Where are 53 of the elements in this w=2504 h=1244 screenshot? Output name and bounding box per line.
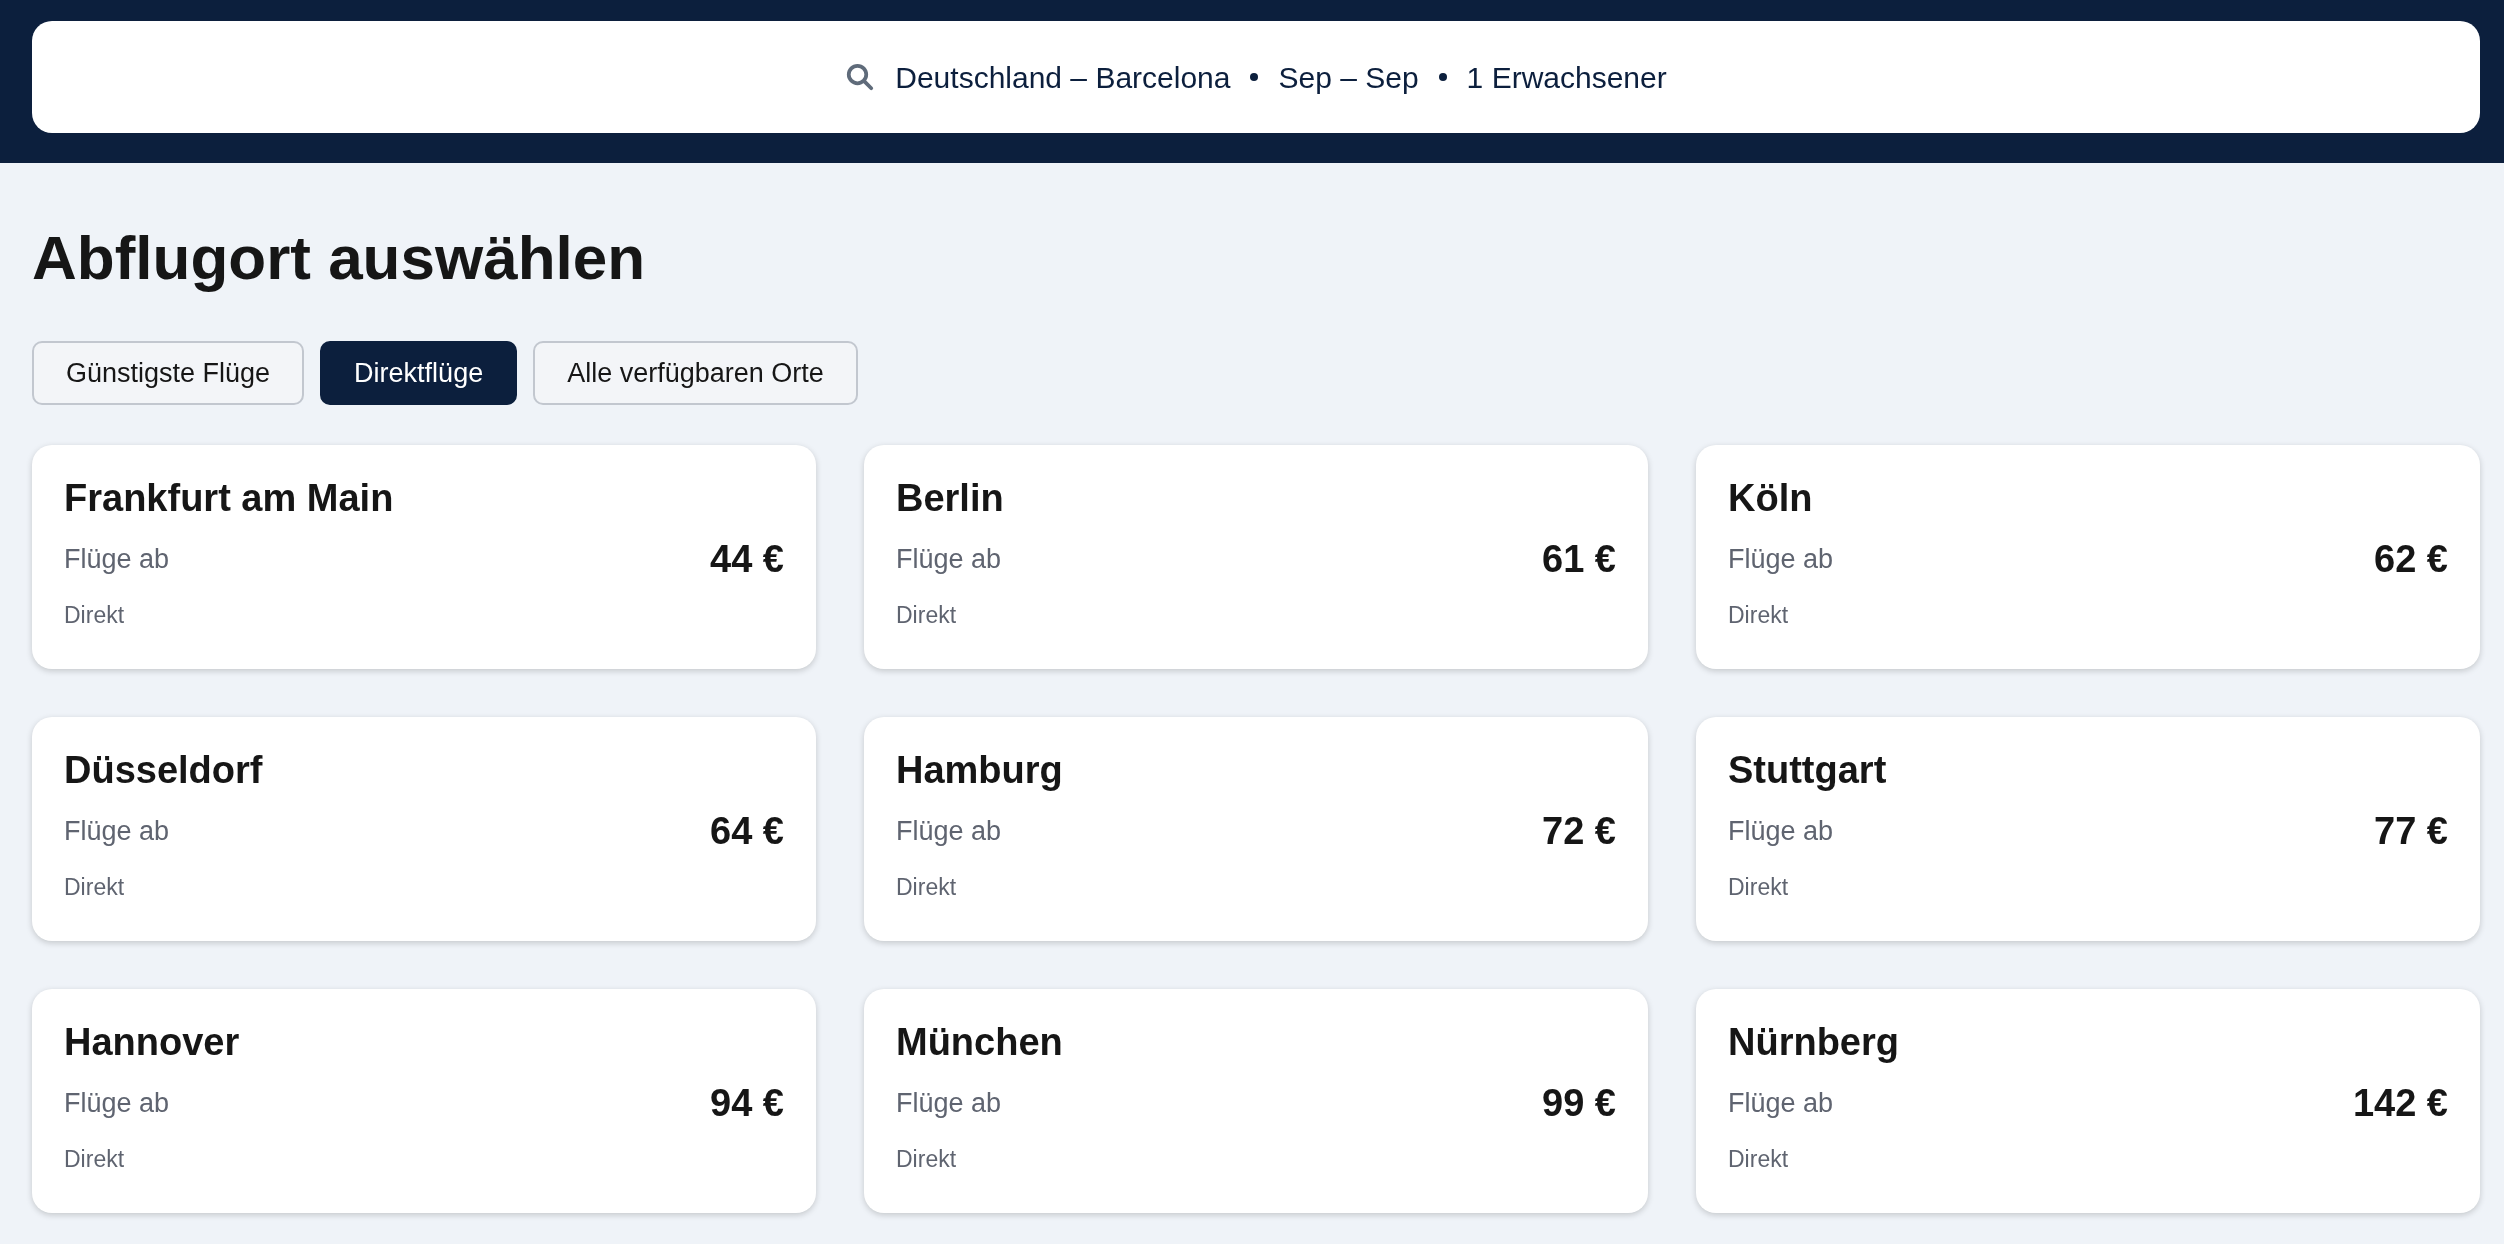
price: 142 € — [2352, 1080, 2448, 1126]
flights-from-label: Flüge ab — [64, 814, 170, 848]
flight-type: Direkt — [896, 600, 958, 630]
price: 44 € — [710, 536, 784, 582]
destination-card[interactable]: Düsseldorf Flüge ab 64 € Direkt — [32, 717, 816, 941]
city-name: Düsseldorf — [64, 748, 264, 793]
destination-card[interactable]: Berlin Flüge ab 61 € Direkt — [864, 445, 1648, 669]
price: 64 € — [710, 808, 784, 854]
search-bar[interactable]: Deutschland – Barcelona Sep – Sep 1 Erwachsener — [32, 21, 2480, 133]
price: 61 € — [1542, 536, 1616, 582]
flight-type: Direkt — [896, 872, 958, 902]
destination-card[interactable]: Hamburg Flüge ab 72 € Direkt — [864, 717, 1648, 941]
flight-type: Direkt — [1728, 600, 1790, 630]
flight-type: Direkt — [64, 600, 126, 630]
flights-from-label: Flüge ab — [1728, 814, 1834, 848]
city-name: Hamburg — [896, 748, 1064, 793]
flights-from-label: Flüge ab — [1728, 542, 1834, 576]
city-name: Berlin — [896, 476, 1005, 521]
city-name: Köln — [1728, 476, 1814, 521]
flights-from-label: Flüge ab — [64, 542, 170, 576]
destination-card[interactable]: Frankfurt am Main Flüge ab 44 € Direkt — [32, 445, 816, 669]
destination-card[interactable]: Nürnberg Flüge ab 142 € Direkt — [1696, 989, 2480, 1213]
search-icon — [845, 62, 876, 92]
flights-from-label: Flüge ab — [1728, 1086, 1834, 1120]
price: 99 € — [1542, 1080, 1616, 1126]
price: 62 € — [2374, 536, 2448, 582]
destination-card[interactable]: Stuttgart Flüge ab 77 € Direkt — [1696, 717, 2480, 941]
destination-card[interactable]: Hannover Flüge ab 94 € Direkt — [32, 989, 816, 1213]
city-name: Hannover — [64, 1020, 241, 1065]
flights-from-label: Flüge ab — [896, 1086, 1002, 1120]
price: 72 € — [1542, 808, 1616, 854]
flights-from-label: Flüge ab — [896, 814, 1002, 848]
flight-type: Direkt — [1728, 1144, 1790, 1174]
flight-type: Direkt — [1728, 872, 1790, 902]
filter-tab[interactable]: Alle verfügbaren Orte — [533, 341, 858, 405]
filter-tab[interactable]: Günstigste Flüge — [32, 341, 305, 405]
flight-type: Direkt — [896, 1144, 958, 1174]
flights-from-label: Flüge ab — [64, 1086, 170, 1120]
destination-card[interactable]: Köln Flüge ab 62 € Direkt — [1696, 445, 2480, 669]
destination-card[interactable]: München Flüge ab 99 € Direkt — [864, 989, 1648, 1213]
flight-type: Direkt — [64, 872, 126, 902]
filter-tab[interactable]: Direktflüge — [320, 341, 518, 405]
price: 94 € — [710, 1080, 784, 1126]
search-summary-text: Deutschland – Barcelona — [895, 59, 1231, 96]
city-name: München — [896, 1020, 1064, 1065]
city-name: Stuttgart — [1728, 748, 1888, 793]
price: 77 € — [2374, 808, 2448, 854]
flights-from-label: Flüge ab — [896, 542, 1002, 576]
city-name: Frankfurt am Main — [64, 476, 395, 521]
flight-type: Direkt — [64, 1144, 126, 1174]
search-summary-text: Sep – Sep — [1278, 59, 1419, 96]
search-summary-text: 1 Erwachsener — [1466, 59, 1667, 96]
city-name: Nürnberg — [1728, 1020, 1900, 1065]
